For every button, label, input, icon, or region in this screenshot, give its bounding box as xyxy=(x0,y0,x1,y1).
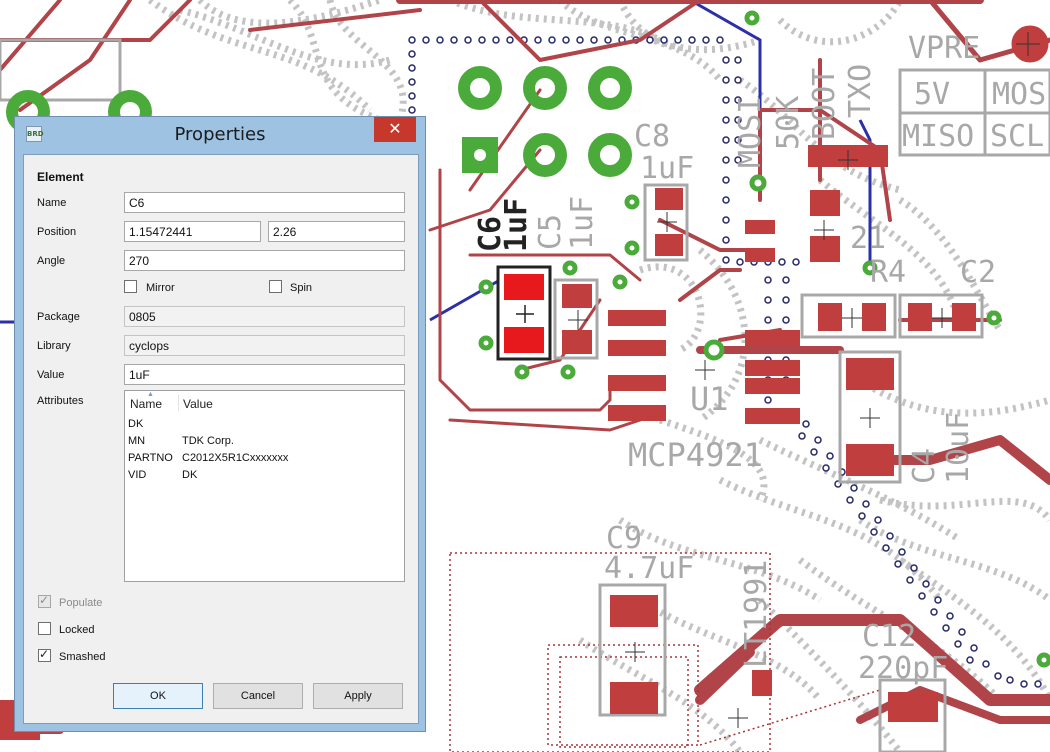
cancel-button[interactable]: Cancel xyxy=(213,683,303,709)
attr-name: DK xyxy=(128,418,144,430)
silk-label: C12 xyxy=(862,619,916,654)
properties-dialog: BRD Properties ✕ Element Name Position A… xyxy=(14,116,426,732)
silk-label: 21 xyxy=(850,221,886,256)
close-button[interactable]: ✕ xyxy=(374,117,416,142)
table-row[interactable]: MN TDK Corp. xyxy=(128,435,398,452)
library-field[interactable] xyxy=(124,335,405,356)
close-icon: ✕ xyxy=(388,119,402,138)
name-field[interactable] xyxy=(124,192,405,213)
attr-value: TDK Corp. xyxy=(182,435,234,447)
silk-label: LT1991 xyxy=(739,560,774,668)
silk-label: 10uF xyxy=(941,412,976,484)
section-heading: Element xyxy=(37,170,84,184)
silk-label: C4 xyxy=(907,448,942,484)
silk-label: C2 xyxy=(960,255,996,290)
dialog-titlebar[interactable]: BRD Properties ✕ xyxy=(15,117,425,153)
column-divider[interactable] xyxy=(178,395,179,411)
silk-label: 1uF xyxy=(565,196,600,250)
silk-label: U1 xyxy=(690,380,729,418)
attr-value: DK xyxy=(182,469,198,481)
silk-label: MCP4921 xyxy=(628,436,763,474)
silk-label: 4.7uF xyxy=(604,551,694,586)
mirror-checkbox[interactable] xyxy=(124,280,137,293)
package-field[interactable] xyxy=(124,306,405,327)
column-header-name[interactable]: Name xyxy=(130,397,162,411)
silk-label: C8 xyxy=(634,119,670,154)
silk-label: 220pF xyxy=(858,651,948,686)
value-label: Value xyxy=(37,369,65,381)
name-label: Name xyxy=(37,197,67,209)
smashed-checkbox[interactable] xyxy=(38,647,51,662)
position-label: Position xyxy=(37,226,77,238)
table-row[interactable]: DK xyxy=(128,418,398,435)
package-label: Package xyxy=(37,311,80,323)
apply-button[interactable]: Apply xyxy=(313,683,403,709)
silk-label-c6-value: 1uF xyxy=(499,198,534,252)
populate-label: Populate xyxy=(59,597,103,609)
attributes-table[interactable]: ▲ Name Value DK MN TDK Corp. PARTNO C201… xyxy=(124,390,405,582)
silk-label: MOSI xyxy=(733,96,768,168)
silk-label: 1uF xyxy=(640,151,694,186)
angle-field[interactable] xyxy=(124,250,405,271)
attr-name: PARTNO xyxy=(128,452,173,464)
locked-label: Locked xyxy=(59,624,95,636)
angle-label: Angle xyxy=(37,255,66,267)
column-header-value[interactable]: Value xyxy=(183,397,213,411)
selected-part-c6[interactable] xyxy=(496,265,552,361)
silk-label: SCL xyxy=(990,119,1044,154)
spin-checkbox[interactable] xyxy=(269,280,282,293)
attr-name: MN xyxy=(128,435,146,447)
locked-checkbox[interactable] xyxy=(38,622,51,635)
silk-label: MISO xyxy=(902,119,974,154)
silk-label: TXO xyxy=(843,64,878,118)
silk-label: BOOT xyxy=(807,68,842,140)
smashed-label: Smashed xyxy=(59,651,106,663)
silk-label: 5V xyxy=(914,77,950,112)
silk-label: 50K xyxy=(771,96,806,150)
spin-label: Spin xyxy=(290,282,313,294)
silk-label: C5 xyxy=(533,214,568,250)
value-field[interactable] xyxy=(124,364,405,385)
silk-label: R4 xyxy=(870,255,906,290)
silk-label: VPRE xyxy=(908,31,980,66)
populate-checkbox xyxy=(38,593,51,608)
position-y-field[interactable] xyxy=(268,221,405,242)
dialog-body: Element Name Position Angle Mirror Spin … xyxy=(23,154,419,724)
ok-button[interactable]: OK xyxy=(113,683,203,709)
silk-label: MOS xyxy=(992,77,1046,112)
dialog-title: Properties xyxy=(174,124,266,145)
attr-name: VID xyxy=(128,469,147,481)
attr-value: C2012X5R1Cxxxxxxx xyxy=(182,452,289,464)
library-label: Library xyxy=(37,340,71,352)
table-row[interactable]: PARTNO C2012X5R1Cxxxxxxx xyxy=(128,452,398,469)
table-row[interactable]: VID DK xyxy=(128,469,398,486)
attributes-label: Attributes xyxy=(37,395,84,407)
mirror-label: Mirror xyxy=(146,282,175,294)
position-x-field[interactable] xyxy=(124,221,261,242)
